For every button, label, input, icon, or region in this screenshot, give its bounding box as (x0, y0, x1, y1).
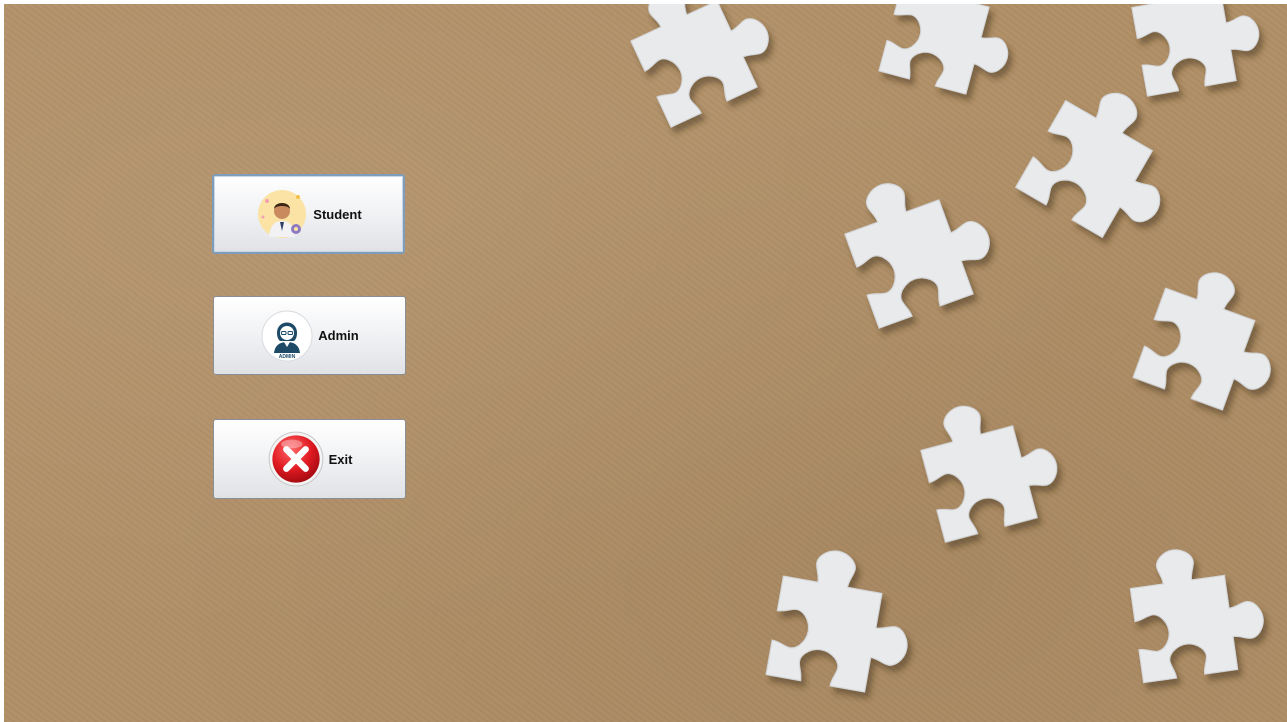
exit-button-label: Exit (328, 451, 353, 467)
puzzle-piece (878, 4, 1028, 103)
puzzle-piece (911, 385, 1069, 543)
red-x-icon (268, 431, 323, 487)
admin-badge-text: ADMIN (279, 354, 296, 360)
main-window: Student ADMIN Admin Exit (4, 4, 1287, 722)
puzzle-piece (616, 4, 787, 128)
admin-avatar-icon: ADMIN (261, 310, 313, 361)
student-avatar-icon (258, 190, 307, 238)
puzzle-piece (1015, 70, 1200, 255)
puzzle-piece (1125, 538, 1271, 684)
puzzle-piece (832, 155, 1006, 329)
puzzle-piece (1126, 4, 1267, 97)
puzzle-piece (765, 541, 922, 699)
admin-button-label: Admin (318, 328, 359, 343)
student-button[interactable]: Student (212, 174, 405, 254)
admin-button[interactable]: ADMIN Admin (213, 296, 406, 375)
student-button-label: Student (313, 206, 362, 222)
exit-button[interactable]: Exit (213, 419, 406, 499)
puzzle-piece (1132, 257, 1287, 422)
puzzle-background-image (616, 4, 1287, 699)
